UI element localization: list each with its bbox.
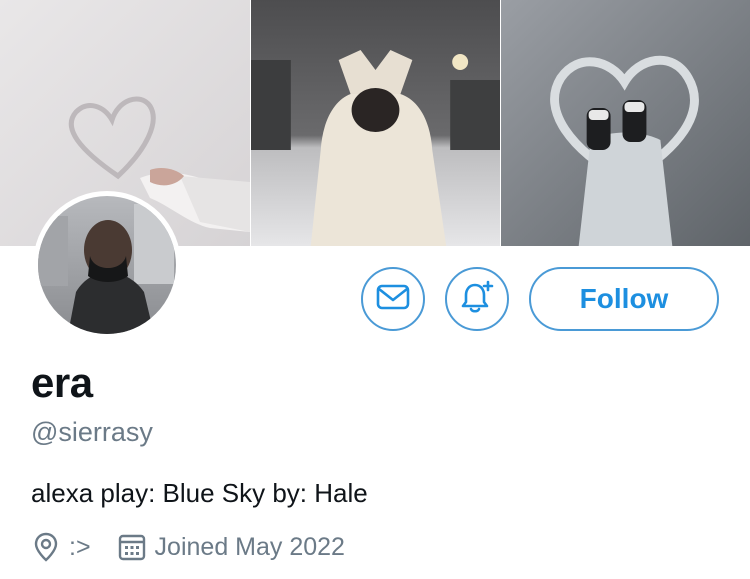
profile-meta: :> Joined May 2022 <box>31 530 345 564</box>
calendar-icon <box>117 532 147 562</box>
message-button[interactable] <box>361 267 425 331</box>
avatar-image <box>38 196 176 334</box>
follow-button[interactable]: Follow <box>529 267 719 331</box>
banner-image-snow-night <box>250 0 500 246</box>
profile-display-name: era <box>31 359 93 406</box>
banner-image-snow-shoes <box>500 0 750 246</box>
joined-date-text: Joined May 2022 <box>154 532 345 561</box>
location-item: :> <box>31 532 91 562</box>
profile-bio: alexa play: Blue Sky by: Hale <box>31 478 368 508</box>
joined-item: Joined May 2022 <box>117 532 345 562</box>
profile-handle: @sierrasy <box>31 417 153 447</box>
location-pin-icon <box>31 532 61 562</box>
envelope-icon <box>376 284 410 315</box>
bell-plus-icon <box>459 279 495 320</box>
profile-avatar[interactable] <box>33 191 181 339</box>
location-text: :> <box>69 532 91 561</box>
notifications-button[interactable] <box>445 267 509 331</box>
